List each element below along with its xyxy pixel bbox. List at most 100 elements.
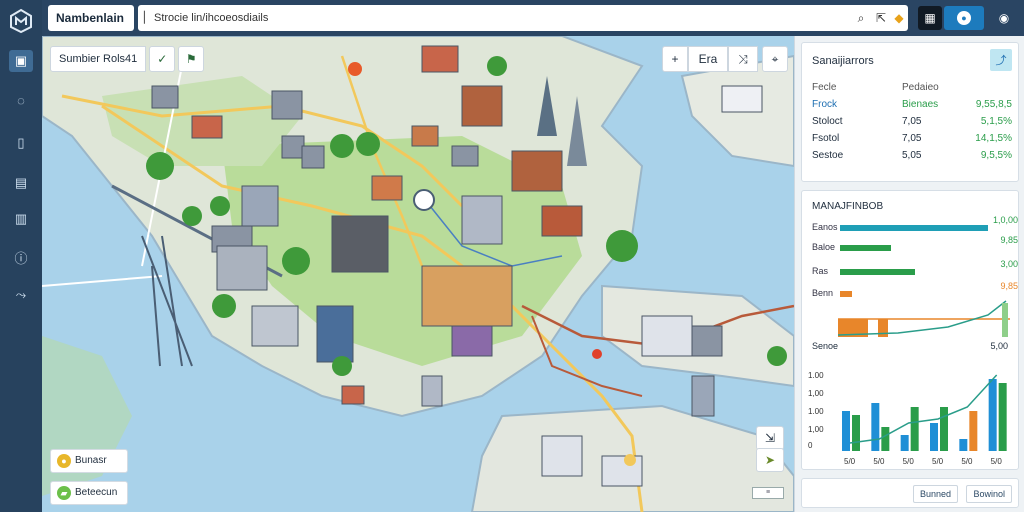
row-name: Stoloct xyxy=(812,116,843,127)
chart-bar xyxy=(852,415,860,451)
notifications-button[interactable]: ● xyxy=(944,6,984,30)
coin-icon: ● xyxy=(57,454,71,468)
legend-label-2: Beteecun xyxy=(75,487,118,498)
account-icon[interactable]: ◉ xyxy=(992,6,1016,30)
chart-bar xyxy=(881,427,890,451)
metric-bar xyxy=(840,225,989,231)
summary-title: Sanaijiarrors xyxy=(812,55,874,67)
legend-label-1: Bunasr xyxy=(75,455,107,466)
footer-tab-1[interactable]: Bunned xyxy=(912,485,958,503)
row-value-2: 9,55,8,5 xyxy=(975,99,1012,110)
summary-row[interactable]: Stoloct 7,05 5,1,5% xyxy=(812,113,1012,130)
tag-icon: ▰ xyxy=(57,486,71,500)
legend-item-2[interactable]: ▰ Beteecun xyxy=(50,481,128,505)
info-icon[interactable]: ⓘ xyxy=(9,246,33,268)
metric-row[interactable]: Eanos 1,0,00 xyxy=(812,215,1018,235)
x-tick: 5/0 xyxy=(902,457,914,466)
chart-bar xyxy=(940,407,948,451)
summary-card: Sanaijiarrors ⤴ Fecle Pedaieo Frock Bien… xyxy=(801,42,1019,182)
layer-toolbar: Sumbier Rols41 ✓ ⚑ xyxy=(50,46,205,72)
left-rail: ▣ ◌ ▯ ▤ ▥ ⓘ ⤳ xyxy=(0,0,42,512)
legend-item-1[interactable]: ● Bunasr xyxy=(50,449,128,473)
metric-value: 3,00 xyxy=(1000,259,1018,269)
layers-toggle[interactable]: Era xyxy=(688,46,728,72)
map-illustration xyxy=(42,36,794,512)
metric-value: 9,85 xyxy=(1000,235,1018,245)
metric-name: Benn xyxy=(812,288,834,298)
route-icon[interactable]: ⤳ xyxy=(9,284,33,306)
power-icon[interactable]: ◌ xyxy=(9,89,33,111)
navigate-icon: ➤ xyxy=(764,453,776,467)
metric-value: 1,0,00 xyxy=(992,215,1018,225)
chart-bar xyxy=(910,407,919,451)
y-tick: 1.00 xyxy=(808,407,824,416)
device-icon[interactable]: ▦ xyxy=(918,6,942,30)
chart-bar xyxy=(842,411,850,451)
chart-bar xyxy=(930,423,938,451)
app-logo-icon xyxy=(10,8,32,34)
search-input[interactable] xyxy=(154,9,774,27)
metrics-title: MANAJFINBOB xyxy=(812,201,884,212)
summary-col2: Pedaieo xyxy=(902,82,939,93)
footer-tab-2[interactable]: Bowinol xyxy=(966,485,1012,503)
trend-bar xyxy=(1002,303,1008,337)
bookmark-icon[interactable]: ◆ xyxy=(890,9,908,27)
direction-button[interactable]: ➤ xyxy=(756,448,784,472)
row-value: 7,05 xyxy=(902,133,922,144)
grouped-bar-chart xyxy=(842,374,1007,451)
chart-bar xyxy=(969,411,978,451)
y-tick: 1.00 xyxy=(808,371,824,380)
y-tick: 0 xyxy=(808,441,813,450)
metric-bar xyxy=(840,269,915,275)
compass-button[interactable]: ⇲ xyxy=(756,426,784,450)
y-axis: 1.00 1,00 1.00 1,00 0 xyxy=(808,371,838,451)
expand-icon[interactable]: ⤴ xyxy=(990,49,1012,71)
search-icon[interactable]: ⌕ xyxy=(852,9,870,27)
metric-name: Ras xyxy=(812,266,829,276)
map-canvas[interactable]: ⇲ ➤ xyxy=(42,36,794,512)
footer-card: Bunned Bowinol xyxy=(801,478,1019,508)
row-name: Fsotol xyxy=(812,133,840,144)
metric-row[interactable]: Baloe 9,85 xyxy=(812,235,1018,255)
summary-row[interactable]: Fsotol 7,05 14,1,5% xyxy=(812,130,1012,147)
x-tick: 5/0 xyxy=(961,457,973,466)
summary-row[interactable]: Sestoe 5,05 9,5,5% xyxy=(812,147,1012,164)
flag-icon[interactable]: ⚑ xyxy=(178,46,205,72)
summary-table: Fecle Pedaieo Frock Bienaes 9,55,8,5 Sto… xyxy=(812,79,1012,164)
map-view-icon[interactable]: ▣ xyxy=(9,50,33,72)
metric-row[interactable]: Ras 3,00 xyxy=(812,259,1018,279)
x-tick: 5/0 xyxy=(932,457,944,466)
x-tick: 5/0 xyxy=(873,457,885,466)
metrics-card: MANAJFINBOB Eanos 1,0,00 Baloe 9,85 Ras … xyxy=(801,190,1019,470)
check-icon[interactable]: ✓ xyxy=(149,46,176,72)
trend-end-value: 5,00 xyxy=(990,341,1008,351)
x-axis: 5/0 5/0 5/0 5/0 5/0 5/0 xyxy=(836,457,1012,467)
metric-name: Baloe xyxy=(812,242,836,252)
metric-name: Eanos xyxy=(812,222,838,232)
calendar-icon[interactable]: ▥ xyxy=(9,208,33,230)
zoom-in-button[interactable]: + xyxy=(662,46,688,72)
trend-label: Senoe xyxy=(812,341,839,351)
row-value-2: 5,1,5% xyxy=(980,116,1012,127)
row-value-2: 9,5,5% xyxy=(980,150,1012,161)
row-value-2: 14,1,5% xyxy=(975,133,1012,144)
chart-bar xyxy=(988,379,997,451)
share-icon[interactable]: ⇱ xyxy=(872,9,890,27)
compass-icon: ⇲ xyxy=(764,431,776,445)
search-prefix-icon: ▏ xyxy=(144,12,153,24)
chart-bar xyxy=(998,383,1007,451)
measure-icon[interactable]: ⤨ xyxy=(728,46,758,72)
metric-value: 9,85 xyxy=(1000,281,1018,291)
layer-selector[interactable]: Sumbier Rols41 xyxy=(50,46,147,72)
summary-col1: Fecle xyxy=(812,82,837,93)
locate-icon[interactable]: ⌖ xyxy=(762,46,788,72)
notification-icon: ● xyxy=(957,11,971,25)
summary-row[interactable]: Frock Bienaes 9,55,8,5 xyxy=(812,96,1012,113)
x-tick: 5/0 xyxy=(990,457,1002,466)
trend-mini-chart xyxy=(838,300,1010,337)
metric-bar xyxy=(840,245,892,251)
y-tick: 1,00 xyxy=(808,389,824,398)
layers-icon[interactable]: ▤ xyxy=(9,172,33,194)
document-icon[interactable]: ▯ xyxy=(9,132,33,154)
right-panel: Sanaijiarrors ⤴ Fecle Pedaieo Frock Bien… xyxy=(794,36,1024,512)
